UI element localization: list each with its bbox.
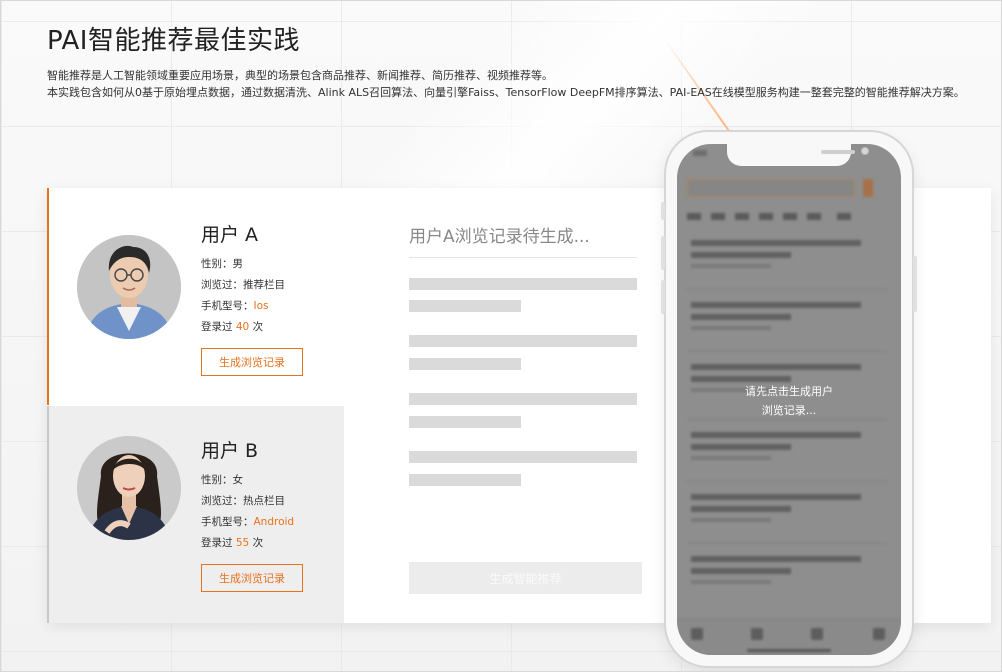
phone-side-button (661, 236, 665, 270)
gender-label: 性别： (201, 474, 233, 486)
browsed-value: 推荐栏目 (243, 279, 285, 291)
overlay-message-line-2: 浏览记录... (761, 404, 817, 417)
browsed-label: 浏览过： (201, 495, 243, 507)
phone-screen: 请先点击生成用户 浏览记录... (677, 144, 901, 655)
browsed-value: 热点栏目 (243, 495, 285, 507)
skeleton-line (409, 358, 521, 370)
home-indicator (747, 649, 831, 652)
phone-mockup: 请先点击生成用户 浏览记录... (661, 130, 917, 668)
feed-item (691, 432, 871, 460)
skeleton-line (409, 474, 521, 486)
login-count: 40 (235, 321, 250, 333)
feed-tab (735, 213, 749, 220)
page-title: PAI智能推荐最佳实践 (47, 26, 300, 56)
phone-side-button (661, 202, 665, 220)
phone-speaker (821, 150, 855, 154)
description-line-2: 本实践包含如何从0基于原始埋点数据，通过数据清洗、Alink ALS召回算法、向… (47, 86, 965, 99)
page-frame: PAI智能推荐最佳实践 智能推荐是人工智能领域重要应用场景，典型的场景包含商品推… (0, 0, 1002, 672)
skeleton-line (409, 335, 637, 347)
user-b-browsed-row: 浏览过：热点栏目 (201, 491, 303, 512)
browsed-label: 浏览过： (201, 279, 243, 291)
phone-notch (727, 144, 869, 166)
login-prefix: 登录过 (201, 321, 233, 333)
feed-search-bar (687, 179, 855, 197)
skeleton-line (409, 300, 521, 312)
user-b-avatar (77, 436, 181, 540)
gender-value: 男 (232, 258, 244, 270)
gender-value: 女 (232, 474, 244, 486)
feed-divider (687, 543, 887, 544)
home-tab-icon (691, 628, 703, 640)
login-suffix: 次 (252, 321, 264, 333)
history-divider (409, 257, 637, 258)
user-a-browsed-row: 浏览过：推荐栏目 (201, 275, 303, 296)
feed-tab (711, 213, 725, 220)
page-description: 智能推荐是人工智能领域重要应用场景，典型的场景包含商品推荐、新闻推荐、简历推荐、… (47, 67, 987, 101)
user-a-login-row: 登录过 40 次 (201, 317, 303, 338)
user-b-generate-history-button[interactable]: 生成浏览记录 (201, 564, 303, 592)
user-b-login-row: 登录过 55 次 (201, 533, 303, 554)
user-a-info: 用户 A 性别：男 浏览过：推荐栏目 手机型号：Ios 登录过 40 次 生成浏… (201, 222, 303, 376)
feed-item (691, 302, 871, 330)
feed-item (691, 556, 871, 584)
browsing-history-panel: 用户A浏览记录待生成... 生成智能推荐 (409, 188, 642, 623)
skeleton-line (409, 416, 521, 428)
page-header: PAI智能推荐最佳实践 智能推荐是人工智能领域重要应用场景，典型的场景包含商品推… (47, 23, 987, 101)
feed-bottom-bar (677, 619, 901, 655)
login-count: 55 (235, 537, 250, 549)
phone-model-label: 手机型号： (201, 516, 254, 528)
feed-tabs (687, 213, 887, 221)
phone-side-button (661, 280, 665, 314)
user-b-name: 用户 B (201, 440, 259, 462)
feed-divider (687, 289, 887, 290)
user-a-name: 用户 A (201, 224, 259, 246)
generate-recommendation-button[interactable]: 生成智能推荐 (409, 562, 642, 594)
feed-tab (807, 213, 821, 220)
phone-model-value: Android (253, 516, 295, 528)
user-b-info: 用户 B 性别：女 浏览过：热点栏目 手机型号：Android 登录过 55 次… (201, 438, 303, 592)
phone-camera-icon (861, 147, 869, 155)
description-line-1: 智能推荐是人工智能领域重要应用场景，典型的场景包含商品推荐、新闻推荐、简历推荐、… (47, 69, 553, 82)
user-a-gender-row: 性别：男 (201, 254, 303, 275)
phone-overlay-message: 请先点击生成用户 浏览记录... (717, 382, 861, 420)
user-a-generate-history-button[interactable]: 生成浏览记录 (201, 348, 303, 376)
shop-tab-icon (811, 628, 823, 640)
skeleton-line (409, 278, 637, 290)
gender-label: 性别： (201, 258, 233, 270)
feed-item (691, 494, 871, 522)
skeleton-line (409, 451, 637, 463)
user-panel-b[interactable]: 用户 B 性别：女 浏览过：热点栏目 手机型号：Android 登录过 55 次… (47, 406, 344, 623)
status-time (693, 150, 707, 156)
feed-tab (783, 213, 797, 220)
phone-model-value: Ios (253, 300, 269, 312)
phone-side-button (913, 256, 917, 312)
user-a-avatar (77, 235, 181, 339)
browsing-history-title: 用户A浏览记录待生成... (409, 227, 590, 247)
user-b-portrait-icon (77, 436, 181, 540)
user-a-phone-row: 手机型号：Ios (201, 296, 303, 317)
feed-divider (687, 351, 887, 352)
login-prefix: 登录过 (201, 537, 233, 549)
feed-search-icon (863, 179, 873, 197)
user-panel-a[interactable]: 用户 A 性别：男 浏览过：推荐栏目 手机型号：Ios 登录过 40 次 生成浏… (47, 188, 344, 405)
login-suffix: 次 (252, 537, 264, 549)
user-a-portrait-icon (77, 235, 181, 339)
feed-tab (837, 213, 851, 220)
user-b-phone-row: 手机型号：Android (201, 512, 303, 533)
feed-tab (687, 213, 701, 220)
video-tab-icon (751, 628, 763, 640)
profile-tab-icon (873, 628, 885, 640)
skeleton-line (409, 393, 637, 405)
feed-item (691, 240, 871, 268)
phone-model-label: 手机型号： (201, 300, 254, 312)
feed-divider (687, 481, 887, 482)
overlay-message-line-1: 请先点击生成用户 (745, 385, 833, 398)
user-b-gender-row: 性别：女 (201, 470, 303, 491)
feed-tab (759, 213, 773, 220)
